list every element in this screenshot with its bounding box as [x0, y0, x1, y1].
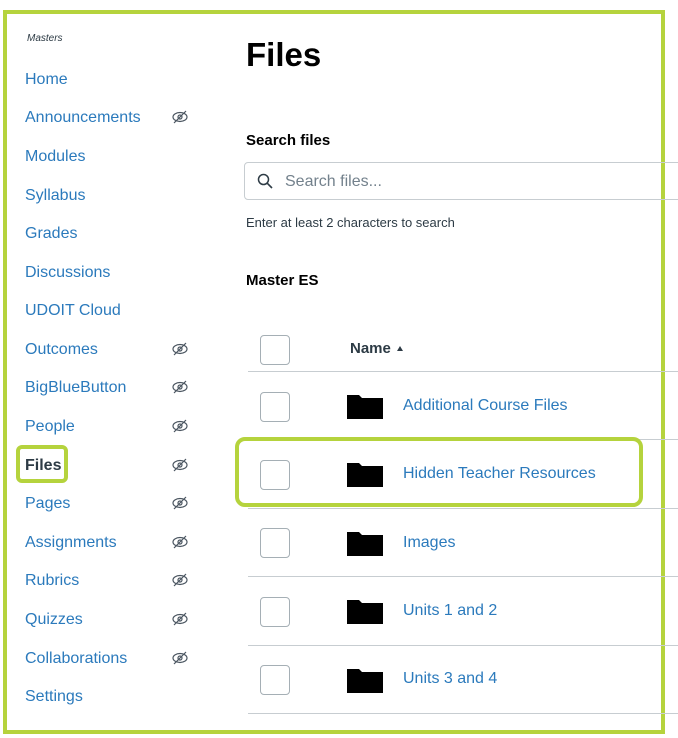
nav-collaborations[interactable]: Collaborations	[25, 649, 127, 669]
nav-announcements[interactable]: Announcements	[25, 108, 141, 128]
eye-slash-icon	[172, 380, 188, 394]
row-divider	[248, 645, 678, 646]
folder-link[interactable]: Units 3 and 4	[403, 670, 497, 688]
search-box	[244, 162, 678, 200]
sort-ascending-icon	[397, 346, 403, 351]
nav-settings[interactable]: Settings	[25, 687, 83, 707]
course-name: Masters	[27, 33, 63, 44]
nav-grades[interactable]: Grades	[25, 224, 77, 244]
row-highlight	[235, 437, 643, 507]
folder-icon	[347, 600, 383, 624]
row-divider	[248, 371, 678, 372]
eye-slash-icon	[172, 458, 188, 472]
eye-slash-icon	[172, 496, 188, 510]
folder-link[interactable]: Images	[403, 534, 455, 552]
row-checkbox[interactable]	[260, 597, 290, 627]
nav-modules[interactable]: Modules	[25, 147, 85, 167]
nav-discussions[interactable]: Discussions	[25, 263, 110, 283]
nav-people[interactable]: People	[25, 417, 75, 437]
search-input[interactable]	[283, 170, 587, 194]
nav-assignments[interactable]: Assignments	[25, 533, 117, 553]
nav-quizzes[interactable]: Quizzes	[25, 610, 83, 630]
row-checkbox[interactable]	[260, 528, 290, 558]
search-hint: Enter at least 2 characters to search	[246, 215, 455, 230]
folder-heading: Master ES	[246, 272, 319, 289]
search-label: Search files	[246, 132, 331, 149]
folder-icon	[347, 395, 383, 419]
folder-icon	[347, 532, 383, 556]
row-divider	[248, 713, 678, 714]
row-checkbox[interactable]	[260, 392, 290, 422]
row-checkbox[interactable]	[260, 665, 290, 695]
nav-pages[interactable]: Pages	[25, 494, 70, 514]
row-divider	[248, 576, 678, 577]
nav-outcomes[interactable]: Outcomes	[25, 340, 98, 360]
select-all-checkbox[interactable]	[260, 335, 290, 365]
files-nav-highlight	[16, 445, 68, 483]
eye-slash-icon	[172, 342, 188, 356]
nav-rubrics[interactable]: Rubrics	[25, 571, 79, 591]
eye-slash-icon	[172, 535, 188, 549]
folder-icon	[347, 669, 383, 693]
row-divider	[248, 508, 678, 509]
search-icon	[257, 173, 273, 189]
eye-slash-icon	[172, 419, 188, 433]
eye-slash-icon	[172, 110, 188, 124]
nav-bigbluebutton[interactable]: BigBlueButton	[25, 378, 126, 398]
nav-home[interactable]: Home	[25, 70, 68, 90]
folder-link[interactable]: Additional Course Files	[403, 397, 568, 415]
eye-slash-icon	[172, 612, 188, 626]
nav-syllabus[interactable]: Syllabus	[25, 186, 85, 206]
page-title: Files	[246, 36, 322, 73]
eye-slash-icon	[172, 651, 188, 665]
nav-udoit-cloud[interactable]: UDOIT Cloud	[25, 301, 121, 321]
folder-link[interactable]: Units 1 and 2	[403, 602, 497, 620]
eye-slash-icon	[172, 573, 188, 587]
name-column-header[interactable]: Name	[350, 340, 391, 357]
